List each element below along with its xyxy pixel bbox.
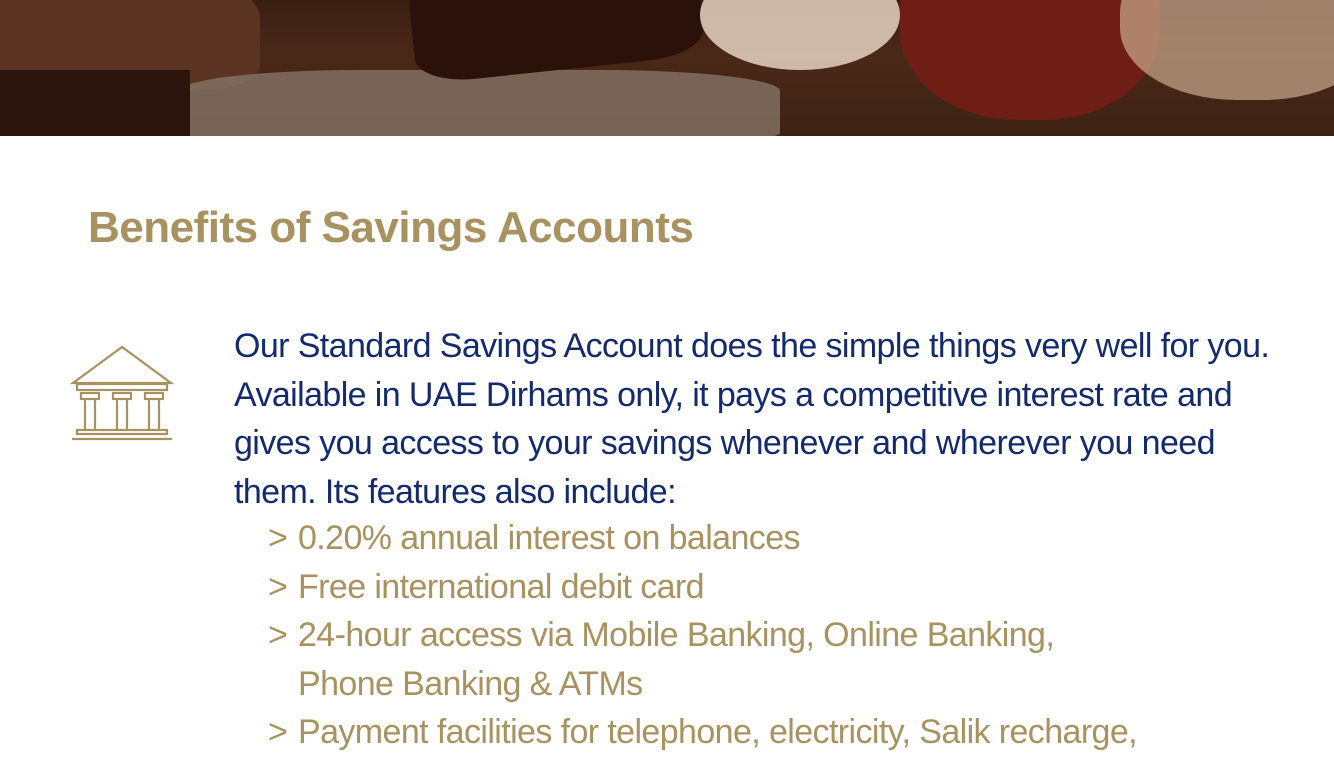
feature-text: Payment facilities for telephone, electr… [298,713,1138,751]
feature-item: > Payment facilities for telephone, elec… [268,708,1268,757]
feature-text: Free international debit card [298,567,705,606]
feature-text: 0.20% annual interest on balances [298,519,801,557]
feature-text: 24-hour access via Mobile Banking, Onlin… [298,616,1055,703]
features-list: > 0.20% annual interest on balances > Fr… [268,514,1268,757]
chevron-right-marker: > [268,713,288,751]
hero-image [0,0,1334,136]
intro-paragraph: Our Standard Savings Account does the si… [234,327,1270,511]
bank-building-icon [69,344,175,442]
chevron-right-marker: > [268,519,288,557]
chevron-right-marker: > [268,567,288,606]
chevron-right-marker: > [268,616,288,654]
feature-item: > Free international debit card [268,563,1268,612]
feature-item: > 0.20% annual interest on balances [268,514,1268,563]
feature-item: > 24-hour access via Mobile Banking, Onl… [268,611,1268,708]
page-title: Benefits of Savings Accounts [88,203,694,252]
